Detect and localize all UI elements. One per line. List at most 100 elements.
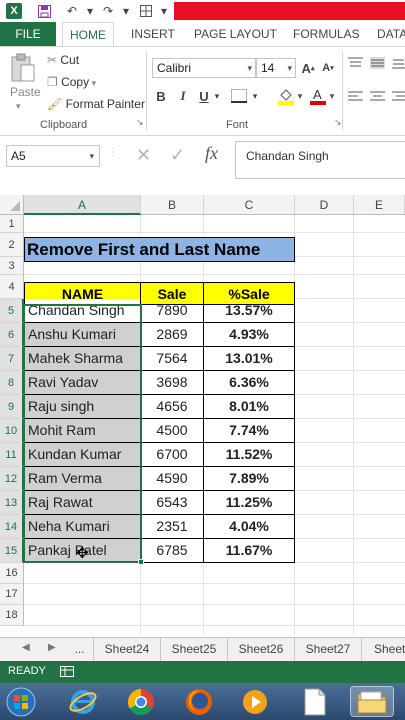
decrease-font-icon[interactable]: A ▾ (320, 59, 336, 77)
sale-cell[interactable]: 6785 (141, 539, 204, 563)
macro-record-icon[interactable] (60, 664, 74, 678)
row-header[interactable]: 16 (0, 563, 24, 584)
underline-dropdown-icon[interactable]: ▾ (213, 87, 221, 105)
close-window-bar[interactable] (174, 2, 405, 20)
row-header[interactable]: 17 (0, 584, 24, 605)
name-cell[interactable]: Anshu Kumari (24, 323, 141, 347)
file-explorer-icon[interactable] (350, 686, 394, 717)
row-header[interactable]: 15 (0, 539, 24, 563)
column-header-a[interactable]: A (24, 195, 141, 215)
percent-sale-cell[interactable]: 7.74% (204, 419, 295, 443)
name-cell[interactable]: Mohit Ram (24, 419, 141, 443)
copy-button[interactable]: ❐ Copy ▾ (47, 75, 96, 89)
row-header[interactable]: 9 (0, 395, 24, 419)
fill-handle[interactable] (138, 559, 144, 565)
sheet-title-cell[interactable]: Remove First and Last Name (24, 237, 295, 262)
row-header[interactable]: 5 (0, 299, 24, 323)
redo-icon[interactable]: ↷ (100, 3, 116, 19)
enter-icon[interactable]: ✓ (170, 145, 185, 166)
percent-sale-cell[interactable]: 11.52% (204, 443, 295, 467)
sale-cell[interactable]: 4500 (141, 419, 204, 443)
sale-cell[interactable]: 4656 (141, 395, 204, 419)
sheet-tab-next[interactable]: Sheet (362, 638, 405, 661)
percent-sale-cell[interactable]: 13.57% (204, 299, 295, 323)
percent-sale-cell[interactable]: 4.93% (204, 323, 295, 347)
row-header[interactable]: 3 (0, 257, 24, 275)
column-header-d[interactable]: D (295, 195, 354, 215)
row-header[interactable]: 2 (0, 233, 24, 257)
align-middle-icon[interactable] (370, 57, 385, 69)
internet-explorer-icon[interactable] (64, 686, 102, 717)
align-right-icon[interactable] (392, 91, 405, 103)
media-player-icon[interactable] (236, 686, 274, 717)
row-header[interactable]: 13 (0, 491, 24, 515)
paste-dropdown-icon[interactable]: ▾ (16, 101, 21, 112)
row-header[interactable]: 18 (0, 605, 24, 626)
name-cell[interactable]: Kundan Kumar (24, 443, 141, 467)
percent-sale-cell[interactable]: 7.89% (204, 467, 295, 491)
font-color-icon[interactable]: A (310, 87, 326, 105)
align-bottom-icon[interactable] (392, 57, 405, 69)
tab-formulas[interactable]: FORMULAS (293, 22, 360, 46)
sale-cell[interactable]: 7890 (141, 299, 204, 323)
percent-sale-cell[interactable]: 13.01% (204, 347, 295, 371)
sheet-tab-sheet24[interactable]: Sheet24 (94, 638, 161, 661)
sheet-tab-sheet27[interactable]: Sheet27 (295, 638, 362, 661)
cancel-icon[interactable]: ✕ (136, 145, 151, 166)
row-header[interactable]: 7 (0, 347, 24, 371)
font-size-select[interactable]: 14 ▾ (256, 58, 296, 78)
firefox-icon[interactable] (180, 686, 218, 717)
tab-data[interactable]: DATA (377, 22, 405, 46)
italic-button[interactable]: I (176, 87, 190, 105)
tab-insert[interactable]: INSERT (131, 22, 175, 46)
font-color-dropdown-icon[interactable]: ▾ (328, 87, 336, 105)
name-box-dropdown-icon[interactable]: ▾ (89, 146, 94, 166)
clipboard-launcher-icon[interactable]: ↘ (136, 117, 144, 128)
undo-icon[interactable]: ↶ (64, 3, 80, 19)
insert-function-icon[interactable]: fx (205, 143, 218, 164)
format-painter-button[interactable]: 🖌 Format Painter (47, 97, 145, 111)
prev-sheet-icon[interactable]: ◀ (22, 642, 30, 653)
borders-dropdown-icon[interactable]: ▾ (251, 87, 259, 105)
name-cell[interactable]: Ram Verma (24, 467, 141, 491)
undo-dropdown-icon[interactable]: ▾ (82, 3, 98, 19)
align-top-icon[interactable] (348, 57, 363, 69)
name-cell[interactable]: Raju singh (24, 395, 141, 419)
row-header[interactable]: 6 (0, 323, 24, 347)
percent-sale-cell[interactable]: 11.67% (204, 539, 295, 563)
column-header-e[interactable]: E (354, 195, 405, 215)
formula-input[interactable]: Chandan Singh (235, 141, 405, 179)
row-header[interactable]: 12 (0, 467, 24, 491)
name-cell[interactable]: Ravi Yadav (24, 371, 141, 395)
borders-button-icon[interactable] (231, 89, 247, 103)
save-icon[interactable] (36, 3, 52, 19)
font-launcher-icon[interactable]: ↘ (334, 117, 342, 128)
percent-sale-cell[interactable]: 6.36% (204, 371, 295, 395)
align-center-icon[interactable] (370, 91, 385, 103)
chrome-icon[interactable] (122, 686, 160, 717)
sale-cell[interactable]: 4590 (141, 467, 204, 491)
column-header-b[interactable]: B (141, 195, 204, 215)
sale-cell[interactable]: 6543 (141, 491, 204, 515)
start-button-icon[interactable] (2, 686, 40, 717)
sale-cell[interactable]: 2351 (141, 515, 204, 539)
select-all-corner[interactable] (0, 195, 24, 215)
percent-sale-cell[interactable]: 4.04% (204, 515, 295, 539)
paste-button[interactable]: Paste (10, 85, 41, 99)
sheet-tabs-more[interactable]: ... (66, 638, 94, 661)
font-name-select[interactable]: Calibri ▾ (152, 58, 256, 78)
column-header-c[interactable]: C (204, 195, 295, 215)
worksheet-grid[interactable]: A B C D E 1 2 3 4 5 6 7 8 9 10 11 12 13 14 15 16 17 18 Re… (0, 195, 405, 635)
redo-dropdown-icon[interactable]: ▾ (118, 3, 134, 19)
row-header[interactable]: 14 (0, 515, 24, 539)
row-header[interactable]: 1 (0, 215, 24, 233)
underline-button[interactable]: U (197, 87, 211, 105)
row-header[interactable]: 4 (0, 275, 24, 299)
name-box[interactable]: A5 ▾ (6, 145, 100, 167)
tab-file[interactable]: FILE (0, 22, 56, 46)
tab-home[interactable]: HOME (62, 22, 114, 46)
borders-icon[interactable] (138, 3, 154, 19)
row-header[interactable]: 11 (0, 443, 24, 467)
name-cell[interactable]: Raj Rawat (24, 491, 141, 515)
excel-logo-icon[interactable]: X (6, 3, 22, 19)
